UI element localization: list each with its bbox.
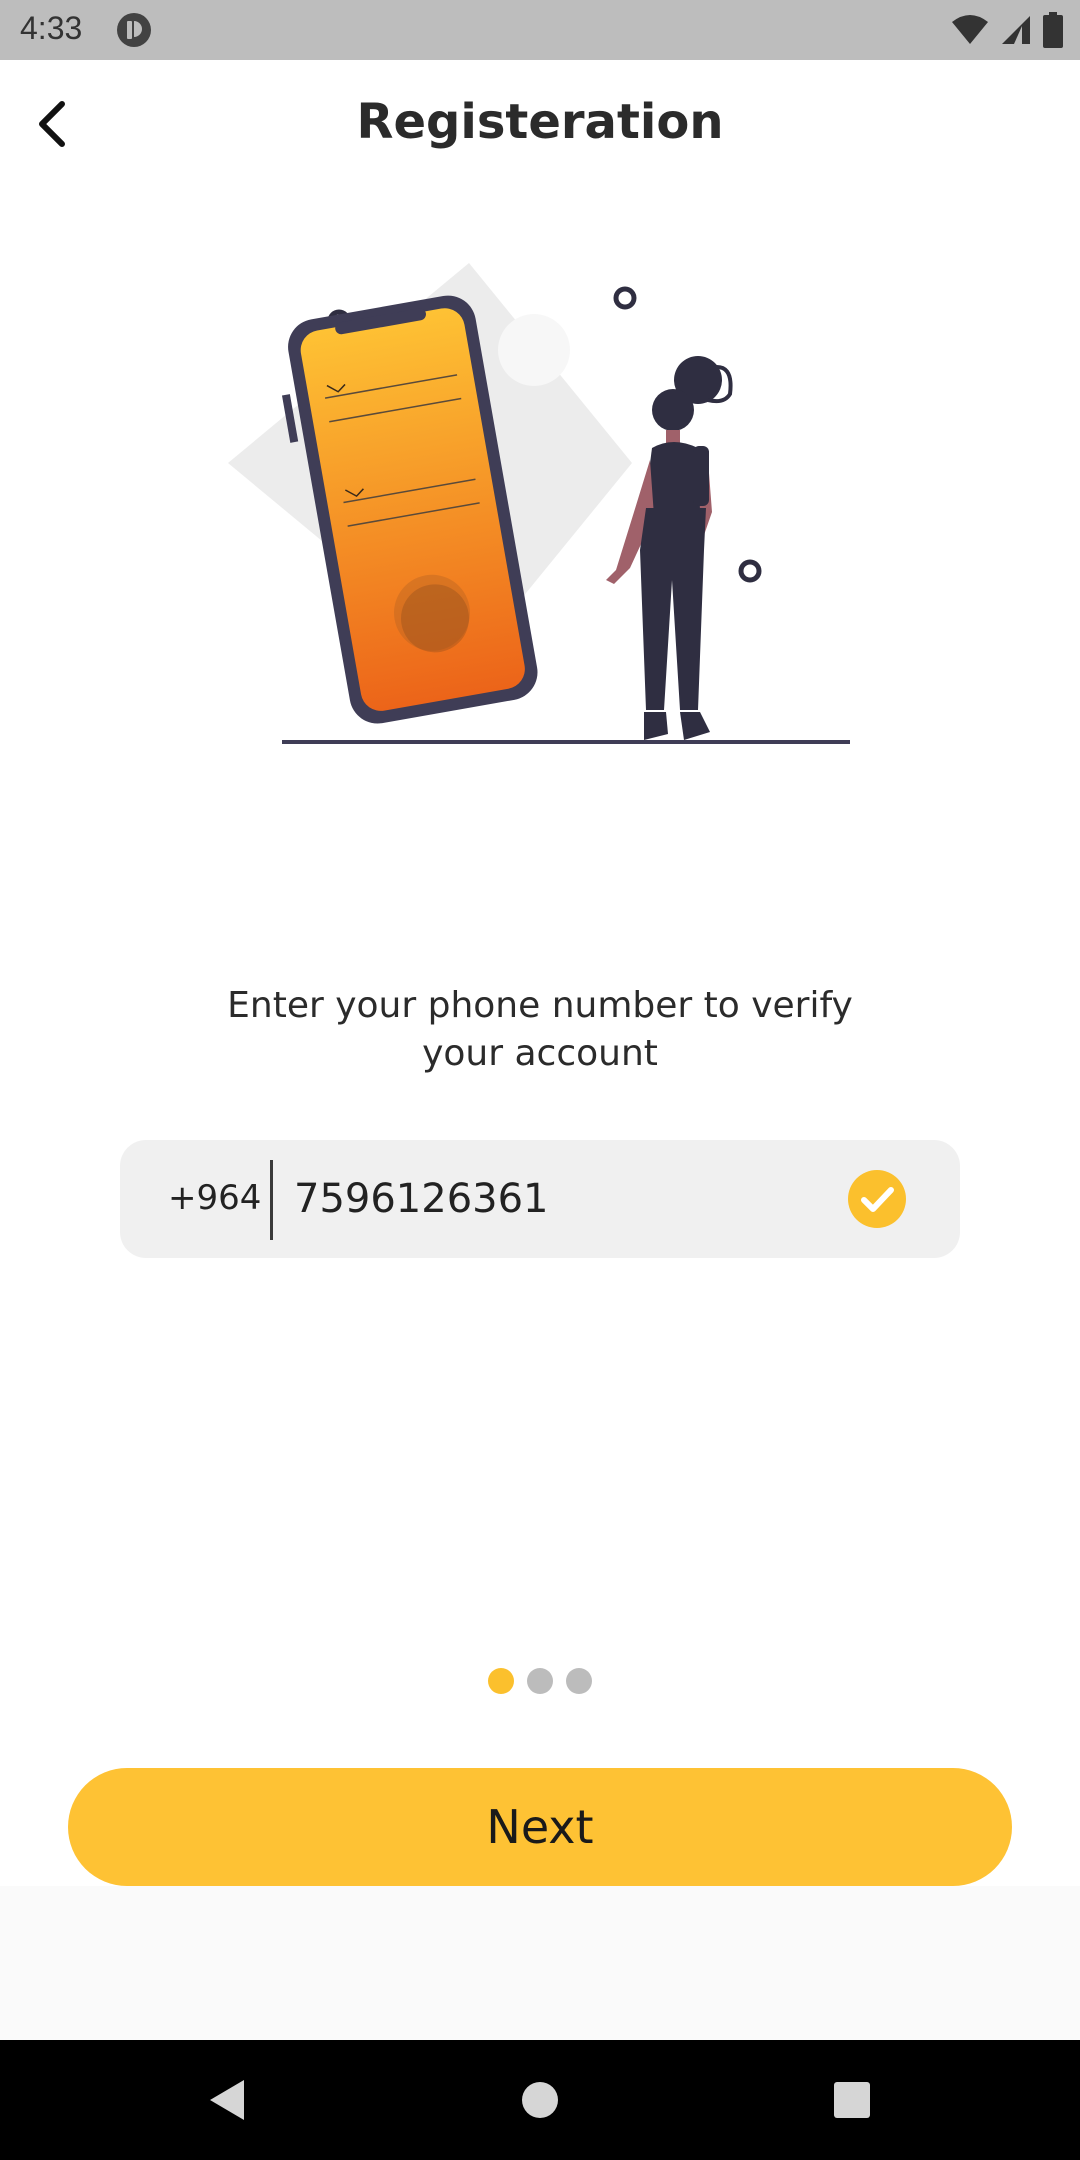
status-icons <box>950 12 1064 48</box>
field-divider <box>270 1160 273 1240</box>
status-bar: 4:33 <box>0 0 1080 60</box>
signal-icon <box>1002 16 1030 44</box>
instruction-line-1: Enter your phone number to verify <box>227 985 853 1026</box>
page-dot <box>566 1668 592 1694</box>
app-bar: Registeration <box>0 60 1080 184</box>
bottom-area <box>0 1886 1080 2040</box>
instruction-line-2: your account <box>422 1033 658 1074</box>
battery-icon <box>1043 12 1063 48</box>
page-dot-active <box>488 1668 514 1694</box>
system-nav-bar <box>0 2040 1080 2160</box>
check-circle-icon <box>848 1170 906 1228</box>
page-dot <box>527 1668 553 1694</box>
wifi-icon <box>952 15 988 44</box>
status-time: 4:33 <box>20 10 83 46</box>
app-notification-icon <box>117 13 151 47</box>
recents-square-icon[interactable] <box>820 2068 884 2132</box>
decorative-ring <box>613 286 637 310</box>
next-button[interactable]: Next <box>68 1768 1012 1886</box>
phone-verification-illustration <box>228 263 850 744</box>
back-triangle-icon[interactable] <box>196 2068 260 2132</box>
home-circle-icon[interactable] <box>508 2068 572 2132</box>
country-code[interactable]: +964 <box>168 1178 261 1218</box>
woman-figure <box>606 356 733 740</box>
phone-number-input[interactable] <box>294 1164 834 1234</box>
page-title: Registeration <box>356 94 724 150</box>
background-circle-shape <box>498 314 570 386</box>
page-indicator <box>0 1668 1080 1694</box>
phone-number-field[interactable]: +964 <box>120 1140 960 1258</box>
decorative-ring <box>738 559 762 583</box>
verification-instruction: Enter your phone number to verify your a… <box>200 982 880 1078</box>
